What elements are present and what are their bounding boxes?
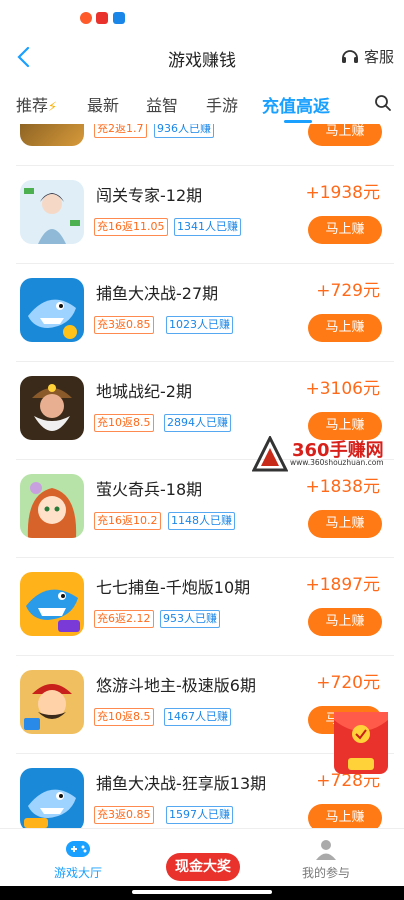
status-bar: [0, 0, 404, 34]
rebate-badge: 充3返0.85: [94, 316, 154, 334]
list-item[interactable]: 闯关专家-12期 充16返11.05 1341人已赚 +1938元 马上赚: [0, 166, 404, 264]
lightning-icon: ⚡: [48, 100, 58, 115]
home-indicator-bar: [0, 886, 404, 900]
earn-now-button[interactable]: 马上赚: [308, 608, 382, 636]
reward-amount: +1938元: [305, 183, 380, 203]
watermark-logo: 360手赚网 www.360shouzhuan.com: [252, 434, 400, 474]
customer-service-label: 客服: [363, 48, 394, 66]
reward-amount: +1897元: [305, 575, 380, 595]
home-indicator[interactable]: [132, 890, 272, 894]
game-icon: [20, 474, 84, 538]
watermark-triangle-icon: [252, 436, 288, 472]
user-icon: [316, 840, 336, 860]
list-item[interactable]: 七七捕鱼-千炮版10期 充6返2.12 953人已赚 +1897元 马上赚: [0, 558, 404, 656]
earn-now-button[interactable]: 马上赚: [308, 124, 382, 146]
nav-game-hall-label: 游戏大厅: [53, 866, 102, 880]
earned-count-badge: 1597人已赚: [166, 806, 233, 824]
earned-count-badge: 1341人已赚: [174, 218, 241, 236]
tab-recommend-label: 推荐: [16, 96, 49, 115]
tab-recommend[interactable]: 推荐⚡: [16, 92, 57, 116]
game-name: 萤火奇兵-18期: [96, 480, 203, 499]
red-packet-floating-button[interactable]: [334, 712, 388, 774]
reward-amount: +720元: [316, 673, 380, 693]
game-name: 捕鱼大决战-27期: [96, 284, 219, 303]
earned-count-badge: 1467人已赚: [164, 708, 231, 726]
earn-now-button[interactable]: 马上赚: [308, 804, 382, 828]
reward-amount: +1838元: [305, 477, 380, 497]
game-name: 捕鱼大决战-狂享版13期: [96, 774, 267, 793]
earned-count-badge: 1148人已赚: [168, 512, 235, 530]
nav-my-participation-label: 我的参与: [301, 866, 350, 880]
tab-puzzle[interactable]: 益智: [146, 92, 178, 116]
customer-service-button[interactable]: 客服: [340, 46, 394, 67]
red-envelope-icon: [334, 712, 388, 770]
game-icon: [20, 278, 84, 342]
watermark-url: www.360shouzhuan.com: [290, 458, 384, 467]
rebate-badge: 充10返8.5: [94, 708, 154, 726]
game-icon: [20, 376, 84, 440]
game-name: 闯关专家-12期: [96, 186, 203, 205]
cash-prize-button[interactable]: 现金大奖: [166, 853, 240, 881]
app-notification-icon: [96, 12, 108, 24]
download-notification-icon: [113, 12, 125, 24]
game-name: 地城战纪-2期: [96, 382, 192, 401]
game-icon: [20, 124, 84, 146]
nav-game-hall[interactable]: 游戏大厅: [38, 837, 118, 881]
list-item[interactable]: 充2返1.7 936人已赚 马上赚: [0, 124, 404, 166]
tab-latest[interactable]: 最新: [87, 92, 119, 116]
rebate-badge: 充3返0.85: [94, 806, 154, 824]
earn-now-button[interactable]: 马上赚: [308, 314, 382, 342]
rebate-badge: 充16返10.2: [94, 512, 161, 530]
reward-amount: +3106元: [305, 379, 380, 399]
list-item[interactable]: 萤火奇兵-18期 充16返10.2 1148人已赚 +1838元 马上赚: [0, 460, 404, 558]
game-icon: [20, 180, 84, 244]
tab-mobile-games[interactable]: 手游: [206, 92, 238, 116]
earned-count-badge: 936人已赚: [154, 124, 214, 138]
game-icon: [20, 670, 84, 734]
earned-count-badge: 953人已赚: [160, 610, 220, 628]
earned-count-badge: 2894人已赚: [164, 414, 231, 432]
search-icon[interactable]: [374, 94, 392, 112]
earn-now-button[interactable]: 马上赚: [308, 216, 382, 244]
rebate-badge: 充16返11.05: [94, 218, 168, 236]
active-tab-indicator: [284, 120, 312, 123]
game-name: 悠游斗地主-极速版6期: [96, 676, 256, 695]
weibo-icon: [80, 12, 92, 24]
tab-high-rebate[interactable]: 充值高返: [262, 92, 330, 117]
rebate-badge: 充10返8.5: [94, 414, 154, 432]
header-bar: 游戏赚钱 客服: [0, 34, 404, 82]
rebate-badge: 充6返2.12: [94, 610, 154, 628]
earned-count-badge: 1023人已赚: [166, 316, 233, 334]
rebate-badge: 充2返1.7: [94, 124, 147, 138]
game-name: 七七捕鱼-千炮版10期: [96, 578, 251, 597]
list-item[interactable]: 捕鱼大决战-27期 充3返0.85 1023人已赚 +729元 马上赚: [0, 264, 404, 362]
game-icon: [20, 572, 84, 636]
category-tabs: 推荐⚡ 最新 益智 手游 充值高返: [0, 84, 404, 124]
nav-my-participation[interactable]: 我的参与: [286, 837, 366, 881]
bottom-nav: 游戏大厅 现金大奖 我的参与: [0, 828, 404, 887]
game-icon: [20, 768, 84, 828]
reward-amount: +729元: [316, 281, 380, 301]
gamepad-icon: [66, 841, 90, 857]
earn-now-button[interactable]: 马上赚: [308, 510, 382, 538]
headset-icon: [341, 49, 358, 63]
